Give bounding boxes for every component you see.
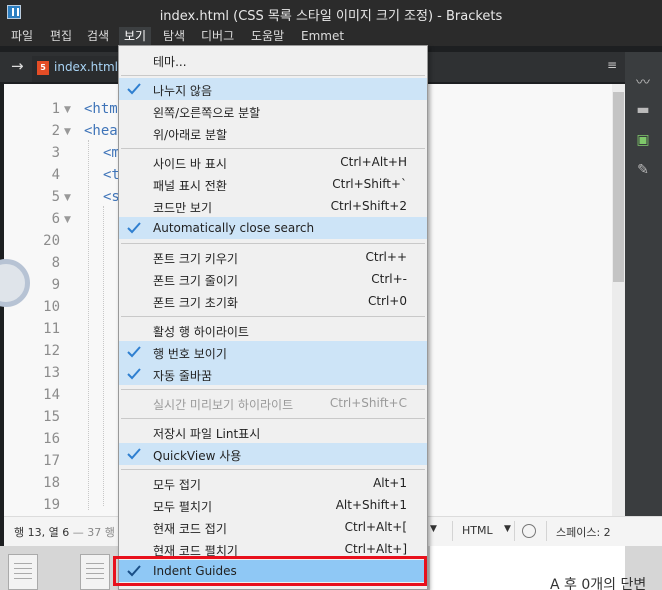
line-number: 12	[43, 343, 60, 359]
checkmark-icon	[127, 448, 141, 460]
code-line: <htm	[84, 101, 118, 117]
document-thumbnail	[80, 554, 110, 590]
window-title: index.html (CSS 목록 스타일 이미지 크기 조정) - Brac…	[159, 9, 503, 24]
lint-status-icon[interactable]	[522, 524, 536, 538]
menu-item-live-preview-highlight: 실시간 미리보기 하이라이트 Ctrl+Shift+C	[153, 396, 407, 412]
menu-separator	[121, 243, 425, 244]
line-number: 5	[51, 189, 60, 205]
menu-item-font-reset[interactable]: 폰트 크기 초기화 Ctrl+0	[119, 290, 427, 312]
background-text: A 후 0개의 단변	[550, 577, 647, 590]
line-number: 15	[43, 409, 60, 425]
vertical-scrollbar[interactable]	[612, 84, 625, 516]
menu-item-expand-all[interactable]: 모두 펼치기 Alt+Shift+1	[119, 494, 427, 516]
checkmark-icon	[127, 346, 141, 358]
menu-item-code-only[interactable]: 코드만 보기 Ctrl+Shift+2	[119, 195, 427, 217]
line-number: 3	[51, 145, 60, 161]
menu-item-line-numbers[interactable]: 행 번호 보이기	[119, 341, 427, 363]
document-thumbnail	[8, 554, 38, 590]
checkmark-icon	[127, 222, 141, 234]
menu-file[interactable]: 파일	[6, 27, 38, 46]
magic-wand-icon[interactable]: ✎	[633, 162, 653, 180]
annotation-highlight-box	[113, 556, 427, 586]
line-number: 20	[43, 233, 60, 249]
gift-icon[interactable]: ▣	[633, 132, 653, 150]
menu-debug[interactable]: 디버그	[196, 27, 239, 46]
menu-view[interactable]: 보기	[119, 27, 152, 46]
line-number: 1	[51, 101, 60, 117]
menu-item-themes[interactable]: 테마...	[119, 49, 427, 71]
background-document: A 후 0개의 단변	[430, 546, 646, 590]
extension-manager-icon[interactable]: ▬	[633, 102, 653, 120]
scrollbar-thumb[interactable]	[613, 92, 624, 282]
checkmark-icon	[127, 368, 141, 380]
status-divider	[514, 521, 515, 541]
menu-help[interactable]: 도움말	[246, 27, 289, 46]
line-number: 13	[43, 365, 60, 381]
menu-item-toggle-panels[interactable]: 패널 표시 전환 Ctrl+Shift+`	[119, 173, 427, 195]
line-number: 8	[51, 255, 60, 271]
line-number: 17	[43, 453, 60, 469]
tab-filename: index.html	[54, 60, 118, 74]
menu-separator	[121, 316, 425, 317]
fold-arrow-icon[interactable]: ▼	[64, 215, 71, 225]
fold-arrow-icon[interactable]: ▼	[64, 193, 71, 203]
checkmark-icon	[127, 83, 141, 95]
menu-separator	[121, 469, 425, 470]
language-selector[interactable]: HTML	[462, 524, 493, 537]
menu-separator	[121, 389, 425, 390]
menu-lines-icon[interactable]: ≡	[607, 58, 617, 72]
menu-emmet[interactable]: Emmet	[296, 27, 349, 46]
line-number: 14	[43, 387, 60, 403]
status-divider	[452, 521, 453, 541]
indent-guide	[103, 206, 104, 506]
tab-index-html[interactable]: 5 index.html	[32, 56, 120, 82]
line-number: 16	[43, 431, 60, 447]
menu-find[interactable]: 검색	[82, 27, 114, 46]
menu-item-highlight-active-line[interactable]: 활성 행 하이라이트	[119, 319, 427, 341]
menu-edit[interactable]: 편집	[45, 27, 77, 46]
line-number: 18	[43, 475, 60, 491]
menu-item-lint-on-save[interactable]: 저장시 파일 Lint표시	[119, 421, 427, 443]
chevron-down-icon[interactable]: ▼	[504, 524, 511, 534]
menu-item-split-vertical[interactable]: 왼쪽/오른쪽으로 분할	[119, 100, 427, 122]
menu-item-font-decrease[interactable]: 폰트 크기 줄이기 Ctrl+-	[119, 268, 427, 290]
line-number: 2	[51, 123, 60, 139]
menu-item-word-wrap[interactable]: 자동 줄바꿈	[119, 363, 427, 385]
menu-separator	[121, 148, 425, 149]
menu-item-show-sidebar[interactable]: 사이드 바 표시 Ctrl+Alt+H	[119, 151, 427, 173]
menu-item-no-split[interactable]: 나누지 않음	[119, 78, 427, 100]
indent-setting[interactable]: 스페이스: 2	[556, 524, 611, 540]
encoding-dropdown-icon[interactable]: ▼	[430, 524, 437, 534]
line-number: 6	[51, 211, 60, 227]
cursor-position: 행 13, 열 6 — 37 행	[14, 526, 115, 539]
menu-item-auto-close-search[interactable]: Automatically close search	[119, 217, 427, 239]
menu-item-quickview[interactable]: QuickView 사용	[119, 443, 427, 465]
menu-bar: 파일 편집 검색 보기 탐색 디버그 도움말 Emmet	[0, 26, 662, 46]
arrow-right-icon[interactable]: →	[11, 57, 24, 75]
line-number: 10	[43, 299, 60, 315]
view-menu-dropdown: 테마... 나누지 않음 왼쪽/오른쪽으로 분할 위/아래로 분할 사이드 바 …	[118, 45, 428, 590]
menu-item-collapse-all[interactable]: 모두 접기 Alt+1	[119, 472, 427, 494]
fold-arrow-icon[interactable]: ▼	[64, 105, 71, 115]
fold-arrow-icon[interactable]: ▼	[64, 127, 71, 137]
menu-item-font-increase[interactable]: 폰트 크기 키우기 Ctrl++	[119, 246, 427, 268]
right-toolbar: 〰 ▬ ▣ ✎	[625, 52, 662, 590]
line-number: 9	[51, 277, 60, 293]
code-line: <hea	[84, 123, 118, 139]
line-number: 11	[43, 321, 60, 337]
line-number: 19	[43, 497, 60, 513]
title-bar: index.html (CSS 목록 스타일 이미지 크기 조정) - Brac…	[0, 0, 662, 26]
menu-item-collapse-current[interactable]: 현재 코드 접기 Ctrl+Alt+[	[119, 516, 427, 538]
menu-separator	[121, 418, 425, 419]
live-preview-icon[interactable]: 〰	[633, 72, 653, 91]
html5-icon: 5	[37, 61, 49, 75]
menu-navigate[interactable]: 탐색	[158, 27, 190, 46]
status-divider	[546, 521, 547, 541]
indent-guide	[88, 140, 89, 510]
line-number: 4	[51, 167, 60, 183]
menu-item-split-horizontal[interactable]: 위/아래로 분할	[119, 122, 427, 144]
menu-separator	[121, 75, 425, 76]
